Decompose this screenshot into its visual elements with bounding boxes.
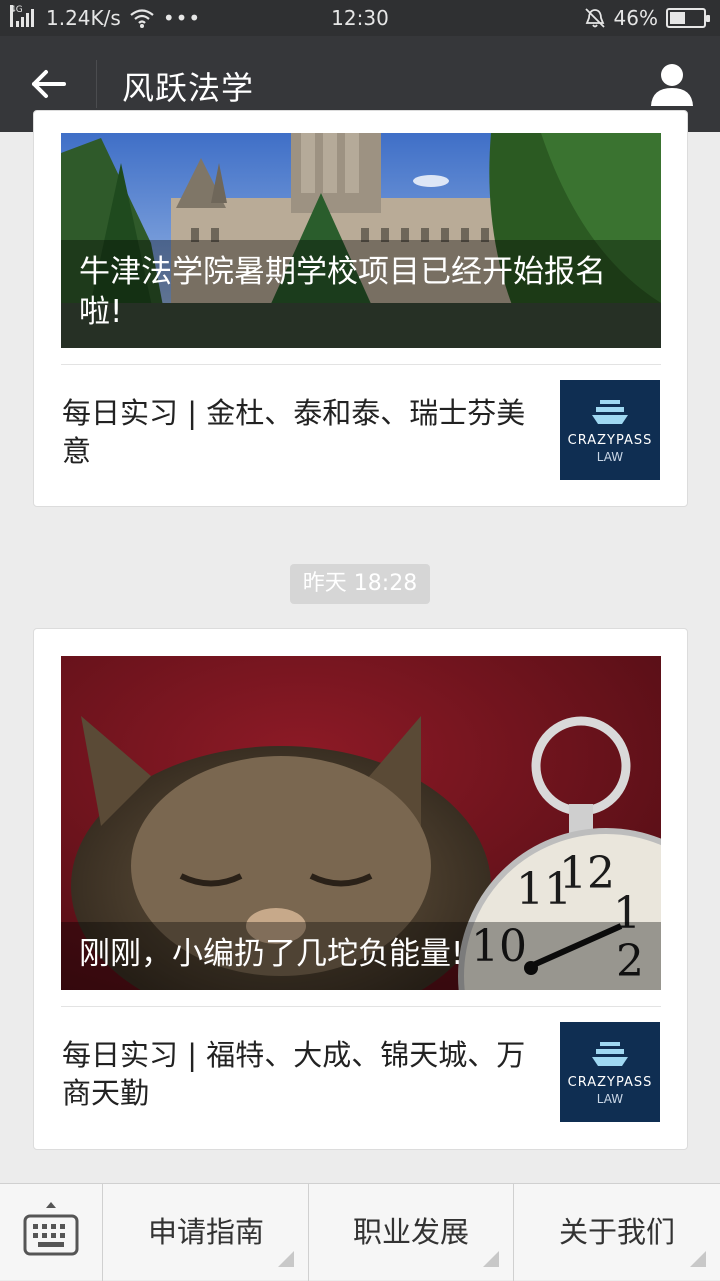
article-thumbnail[interactable]: CRAZYPASS LAW (560, 380, 660, 480)
card-divider (61, 364, 661, 365)
mute-bell-icon (584, 8, 605, 28)
back-button[interactable] (24, 60, 76, 108)
menu-application-guide[interactable]: 申请指南 (104, 1184, 309, 1281)
thumb-brand: CRAZYPASS (567, 433, 653, 448)
cover-caption: 牛津法学院暑期学校项目已经开始报名啦! (61, 240, 661, 348)
battery-percent: 46% (613, 6, 658, 30)
article-card: 11 12 1 10 2 刚刚，小编扔了几坨负能量! 每日实习 | 福特、大成、… (33, 628, 688, 1150)
ship-logo-icon (592, 1042, 628, 1066)
menu-label: 职业发展 (352, 1215, 469, 1249)
thumb-sub: LAW (596, 450, 624, 464)
keyboard-toggle-button[interactable] (0, 1184, 103, 1281)
keyboard-icon (23, 1202, 79, 1256)
article-card: 牛津法学院暑期学校项目已经开始报名啦! 每日实习 | 金杜、泰和泰、瑞士芬美意 … (33, 110, 688, 507)
menu-label: 关于我们 (558, 1215, 675, 1249)
cover-caption: 刚刚，小编扔了几坨负能量! (61, 922, 661, 990)
arrow-left-icon (32, 70, 66, 98)
menu-career-development[interactable]: 职业发展 (309, 1184, 514, 1281)
menu-label: 申请指南 (147, 1215, 264, 1249)
article-item-title[interactable]: 每日实习 | 福特、大成、锦天城、万商天勤 (62, 1036, 542, 1112)
bottom-menu: 申请指南 职业发展 关于我们 (0, 1183, 720, 1281)
cover-article[interactable]: 牛津法学院暑期学校项目已经开始报名啦! (61, 133, 661, 348)
timestamp-badge: 昨天 18:28 (290, 564, 430, 604)
profile-button[interactable] (648, 60, 696, 108)
thumb-sub: LAW (596, 1092, 624, 1106)
status-bar: 4G 1.24K/s ••• 12:30 46% (0, 0, 720, 36)
article-thumbnail[interactable]: CRAZYPASS LAW (560, 1022, 660, 1122)
card-divider (61, 1006, 661, 1007)
submenu-corner-icon (278, 1251, 294, 1267)
submenu-corner-icon (483, 1251, 499, 1267)
cover-article[interactable]: 11 12 1 10 2 刚刚，小编扔了几坨负能量! (61, 656, 661, 990)
user-icon (651, 64, 693, 106)
article-item-title[interactable]: 每日实习 | 金杜、泰和泰、瑞士芬美意 (62, 394, 542, 470)
title-divider (96, 60, 97, 108)
submenu-corner-icon (690, 1251, 706, 1267)
thumb-brand: CRAZYPASS (567, 1075, 653, 1090)
page-title: 风跃法学 (122, 69, 255, 107)
menu-about-us[interactable]: 关于我们 (514, 1184, 720, 1281)
battery-icon (666, 8, 710, 28)
svg-text:12: 12 (559, 848, 615, 899)
ship-logo-icon (592, 400, 628, 424)
